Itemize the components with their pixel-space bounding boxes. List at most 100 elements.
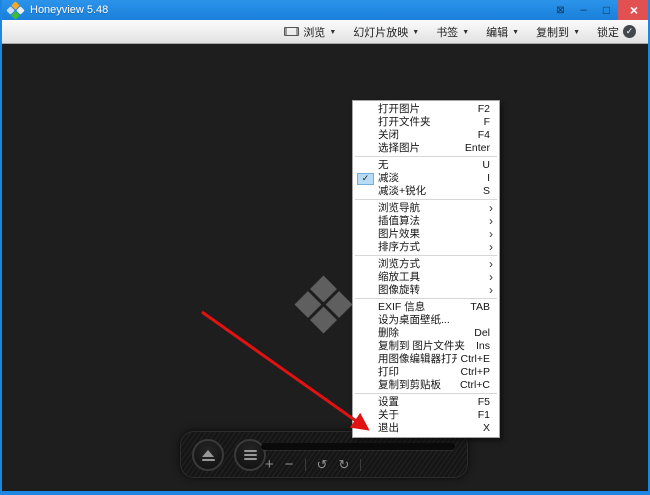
toolbar-item-lock[interactable]: 锁定 ✓: [597, 24, 636, 40]
menu-separator: [355, 255, 497, 256]
chevron-down-icon: ▼: [462, 28, 470, 36]
window-controls: ⊠ – □ ×: [549, 0, 650, 20]
menu-item-open-image[interactable]: 打开图片 F2: [353, 103, 499, 116]
menu-item-label: 减淡: [378, 172, 399, 184]
menu-item-label: 复制到剪贴板: [378, 379, 441, 391]
menu-item-label: 排序方式: [378, 241, 420, 253]
menu-item-shortcut: F4: [477, 129, 490, 141]
menu-item-interpolation[interactable]: 插值算法 ›: [353, 215, 499, 228]
honeyview-window: Honeyview 5.48 ⊠ – □ × 浏览 ▼ 幻灯片放映 ▼ 书签 ▼ 编辑 ▼ 复制…: [0, 0, 650, 495]
control-bar-buttons: + − ↺ ↻: [265, 457, 362, 473]
menu-item-print[interactable]: 打印 Ctrl+P: [353, 366, 499, 379]
toolbar-item-bookmark[interactable]: 书签 ▼: [436, 24, 469, 40]
toolbar-item-label: 幻灯片放映: [353, 26, 409, 39]
menu-item-shortcut: F2: [477, 103, 490, 115]
menu-item-label: 插值算法: [378, 215, 420, 227]
hamburger-icon: [243, 450, 257, 460]
menu-item-label: 打开文件夹: [378, 116, 431, 128]
toolbar-item-label: 书签: [436, 26, 459, 39]
menu-item-select-image[interactable]: 选择图片 Enter: [353, 142, 499, 155]
menu-separator: [355, 393, 497, 394]
chevron-down-icon: ▼: [573, 28, 580, 36]
zoom-slider[interactable]: [261, 443, 455, 450]
maximize-button[interactable]: □: [595, 0, 618, 20]
lock-check-icon: ✓: [623, 25, 636, 38]
menu-item-fade-sharpen[interactable]: 减淡+锐化 S: [353, 185, 499, 198]
menu-item-label: 浏览方式: [378, 258, 420, 270]
menu-item-settings[interactable]: 设置 F5: [353, 396, 499, 409]
menu-item-label: 关于: [378, 409, 399, 421]
toolbar-item-copy-to[interactable]: 复制到 ▼: [536, 24, 580, 40]
menu-item-label: 关闭: [378, 129, 399, 141]
menu-item-shortcut: Del: [474, 327, 490, 339]
divider: [360, 459, 362, 471]
menu-item-shortcut: U: [482, 159, 490, 171]
image-viewer-area[interactable]: [2, 44, 648, 491]
pin-icon[interactable]: ⊠: [549, 0, 572, 20]
eject-icon: [202, 449, 214, 457]
menu-item-copy-to-pictures[interactable]: 复制到 图片文件夹 Ins: [353, 340, 499, 353]
menu-separator: [355, 199, 497, 200]
menu-item-set-wallpaper[interactable]: 设为桌面壁纸...: [353, 314, 499, 327]
menu-item-shortcut: Ctrl+P: [460, 366, 490, 378]
toolbar: 浏览 ▼ 幻灯片放映 ▼ 书签 ▼ 编辑 ▼ 复制到 ▼ 锁定 ✓: [2, 20, 648, 44]
menu-item-close[interactable]: 关闭 F4: [353, 129, 499, 142]
submenu-arrow-icon: ›: [489, 283, 493, 297]
menu-item-image-rotation[interactable]: 图像旋转 ›: [353, 284, 499, 297]
chevron-down-icon: ▼: [512, 28, 520, 36]
menu-item-exif-info[interactable]: EXIF 信息 TAB: [353, 301, 499, 314]
menu-item-label: 打印: [378, 366, 399, 378]
menu-item-sort-order[interactable]: 排序方式 ›: [353, 241, 499, 254]
menu-item-zoom-tools[interactable]: 缩放工具 ›: [353, 271, 499, 284]
menu-item-open-folder[interactable]: 打开文件夹 F: [353, 116, 499, 129]
menu-item-none[interactable]: 无U: [353, 159, 499, 172]
close-button[interactable]: ×: [618, 0, 650, 20]
menu-item-copy-to-clipboard[interactable]: 复制到剪贴板 Ctrl+C: [353, 379, 499, 392]
menu-item-shortcut: S: [482, 185, 490, 197]
menu-item-shortcut: Ctrl+E: [460, 353, 490, 365]
minimize-button[interactable]: –: [572, 0, 595, 20]
windows-logo-watermark: [294, 275, 353, 334]
toolbar-item-slideshow[interactable]: 幻灯片放映 ▼: [353, 24, 419, 40]
chevron-down-icon: ▼: [412, 28, 420, 36]
menu-item-image-effects[interactable]: 图片效果 ›: [353, 228, 499, 241]
window-border: [0, 0, 2, 495]
menu-item-shortcut: F1: [477, 409, 490, 421]
menu-item-shortcut: X: [482, 422, 490, 434]
checkmark-icon: ✓: [357, 172, 374, 185]
zoom-out-button[interactable]: −: [285, 457, 294, 473]
menu-item-label: 退出: [378, 422, 399, 434]
menu-item-fade[interactable]: ✓ 减淡 I: [353, 172, 499, 185]
honeyview-logo-icon: [6, 0, 25, 20]
chevron-down-icon: ▼: [329, 28, 337, 36]
menu-item-label: 设置: [378, 396, 399, 408]
menu-separator: [355, 298, 497, 299]
menu-item-label: 图片效果: [378, 228, 420, 240]
menu-item-about[interactable]: 关于 F1: [353, 409, 499, 422]
menu-item-shortcut: Enter: [464, 142, 490, 154]
menu-item-label: 复制到 图片文件夹: [378, 340, 465, 352]
toolbar-item-label: 复制到: [536, 26, 570, 39]
menu-item-label: EXIF 信息: [378, 301, 426, 313]
menu-item-label: 图像旋转: [378, 284, 420, 296]
toolbar-item-browse[interactable]: 浏览 ▼: [284, 24, 336, 40]
menu-item-label: 选择图片: [378, 142, 420, 154]
menu-item-delete[interactable]: 删除 Del: [353, 327, 499, 340]
zoom-in-button[interactable]: +: [265, 457, 274, 473]
toolbar-item-edit[interactable]: 编辑 ▼: [486, 24, 519, 40]
menu-item-view-mode[interactable]: 浏览方式 ›: [353, 258, 499, 271]
menu-item-shortcut: I: [487, 172, 490, 184]
eject-button[interactable]: [192, 439, 224, 471]
toolbar-item-label: 浏览: [303, 26, 326, 39]
menu-item-open-with-editor[interactable]: 用图像编辑器打开 Ctrl+E: [353, 353, 499, 366]
eject-icon-bar: [201, 458, 215, 461]
menu-item-browse-navigation[interactable]: 浏览导航 ›: [353, 202, 499, 215]
rotate-left-button[interactable]: ↺: [317, 457, 328, 473]
window-border: [0, 491, 650, 495]
menu-item-label: 设为桌面壁纸...: [378, 314, 450, 326]
menu-item-exit[interactable]: 退出 X: [353, 422, 499, 435]
window-title: Honeyview 5.48: [30, 4, 109, 16]
menu-item-label: 减淡+锐化: [378, 185, 427, 197]
rotate-right-button[interactable]: ↻: [338, 457, 349, 473]
menu-item-shortcut: Ins: [475, 340, 490, 352]
